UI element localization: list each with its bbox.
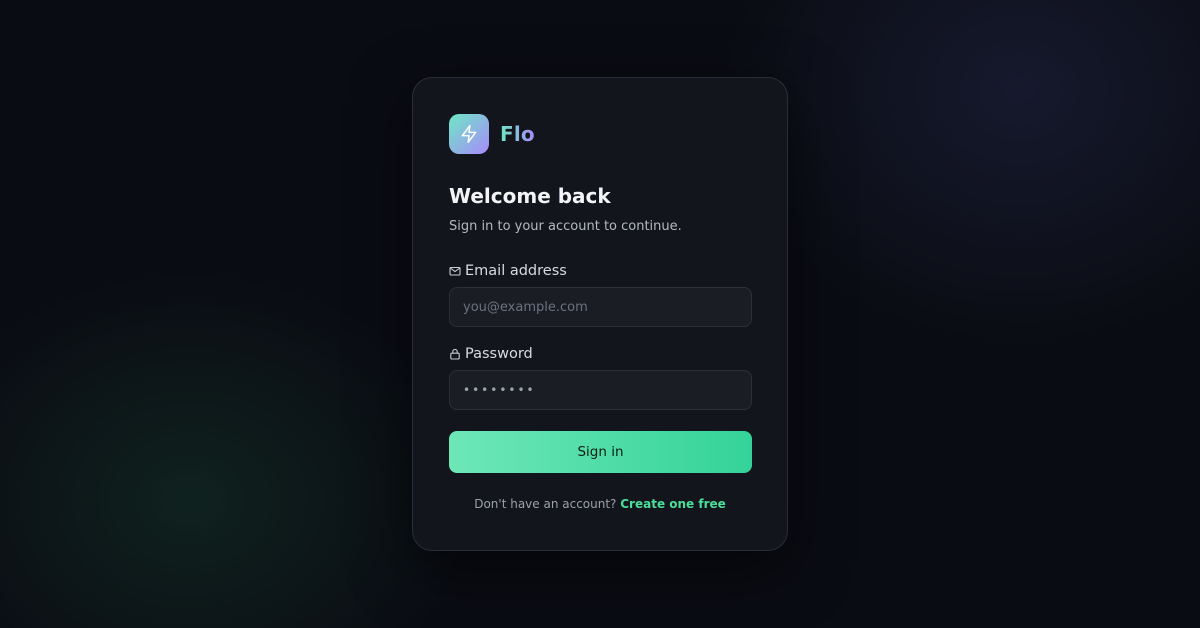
create-account-link[interactable]: Create one free bbox=[620, 497, 726, 511]
password-label: Password bbox=[449, 344, 533, 364]
page-title: Welcome back bbox=[449, 184, 611, 208]
password-label-text: Password bbox=[465, 346, 533, 362]
email-label-text: Email address bbox=[465, 263, 567, 279]
email-field[interactable] bbox=[449, 287, 752, 327]
lock-icon bbox=[449, 348, 461, 360]
brand-name: Flo bbox=[500, 122, 535, 146]
brand: Flo bbox=[449, 114, 535, 154]
password-field[interactable] bbox=[449, 370, 752, 410]
signup-prompt: Don't have an account? Create one free bbox=[413, 496, 787, 512]
lightning-bolt-icon bbox=[449, 114, 489, 154]
page-subtitle: Sign in to your account to continue. bbox=[449, 219, 682, 234]
signup-prompt-text: Don't have an account? bbox=[474, 497, 617, 511]
email-label: Email address bbox=[449, 261, 567, 281]
mail-icon bbox=[449, 265, 461, 277]
sign-in-button[interactable]: Sign in bbox=[449, 431, 752, 473]
login-card: Flo Welcome back Sign in to your account… bbox=[412, 77, 788, 551]
